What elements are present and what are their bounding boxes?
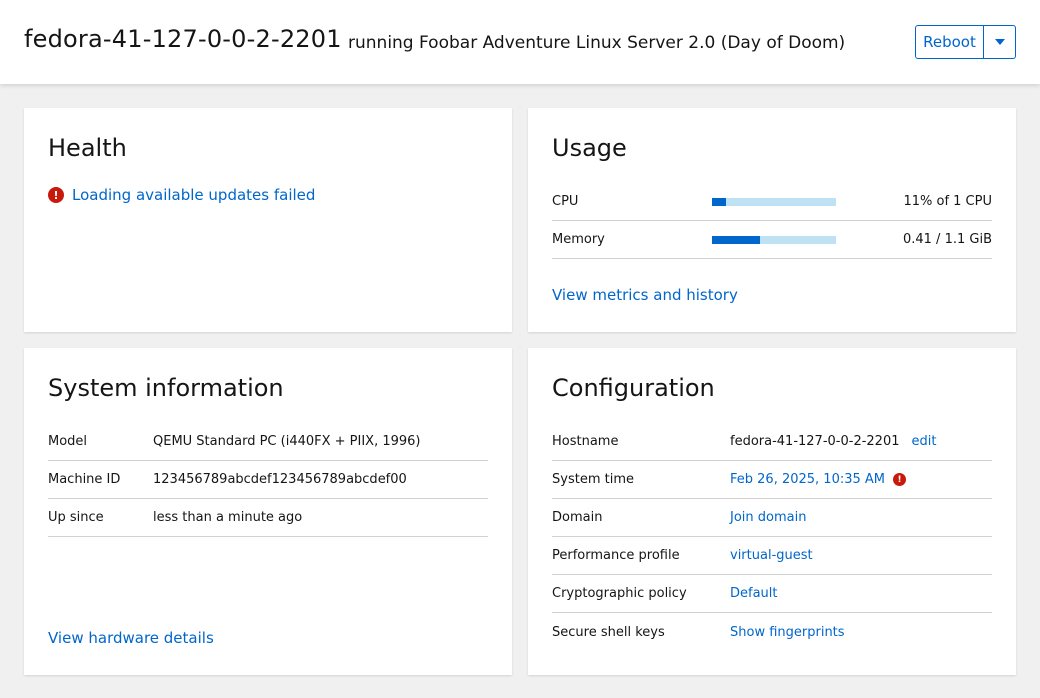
config-row-performance-profile: Performance profile virtual-guest [552,537,992,575]
view-metrics-link[interactable]: View metrics and history [552,286,738,304]
config-key-system-time: System time [552,472,634,487]
sysinfo-value-machine-id: 123456789abcdef123456789abcdef00 [153,472,407,487]
cpu-progress-bar [712,197,836,206]
system-info-card: System information Model QEMU Standard P… [24,348,512,675]
configuration-title: Configuration [552,374,715,402]
usage-row-cpu: CPU 11% of 1 CPU [552,183,992,221]
page-header: fedora-41-127-0-0-2-2201 running Foobar … [0,0,1040,84]
configuration-card: Configuration Hostname fedora-41-127-0-0… [528,348,1016,675]
usage-value-cpu: 11% of 1 CPU [903,194,992,209]
health-card: Health ! Loading available updates faile… [24,108,512,332]
sysinfo-row-up-since: Up since less than a minute ago [48,499,488,537]
show-fingerprints-link[interactable]: Show fingerprints [730,625,845,640]
config-key-ssh-keys: Secure shell keys [552,624,665,640]
memory-progress-fill [712,235,761,244]
usage-label-memory: Memory [552,232,605,247]
reboot-split-button: Reboot [915,25,1016,59]
health-title: Health [48,134,127,162]
sysinfo-row-machine-id: Machine ID 123456789abcdef123456789abcde… [48,461,488,499]
system-time-link[interactable]: Feb 26, 2025, 10:35 AM [730,472,885,487]
exclamation-circle-icon: ! [48,187,64,203]
sysinfo-value-model: QEMU Standard PC (i440FX + PIIX, 1996) [153,434,421,449]
config-row-ssh-keys: Secure shell keys Show fingerprints [552,613,992,651]
reboot-dropdown-toggle[interactable] [984,26,1015,58]
os-description: running Foobar Adventure Linux Server 2.… [348,33,846,53]
sysinfo-key-model: Model [48,434,88,449]
health-alert[interactable]: ! Loading available updates failed [48,186,315,204]
system-info-title: System information [48,374,284,402]
usage-label-cpu: CPU [552,194,579,209]
cpu-progress-fill [712,197,726,206]
config-key-hostname: Hostname [552,434,619,449]
performance-profile-link[interactable]: virtual-guest [730,548,813,563]
config-row-crypto-policy: Cryptographic policy Default [552,575,992,613]
caret-down-icon [994,39,1005,45]
usage-title: Usage [552,134,627,162]
reboot-button[interactable]: Reboot [916,26,984,58]
sysinfo-key-up-since: Up since [48,510,104,525]
usage-row-memory: Memory 0.41 / 1.1 GiB [552,221,992,259]
config-key-performance-profile: Performance profile [552,548,680,563]
join-domain-link[interactable]: Join domain [730,510,806,525]
exclamation-circle-icon[interactable]: ! [893,473,907,486]
view-hardware-link[interactable]: View hardware details [48,629,214,647]
usage-value-memory: 0.41 / 1.1 GiB [902,232,992,247]
memory-progress-bar [712,235,836,244]
config-row-domain: Domain Join domain [552,499,992,537]
sysinfo-key-machine-id: Machine ID [48,472,121,487]
config-key-domain: Domain [552,510,603,525]
sysinfo-value-up-since: less than a minute ago [153,510,303,525]
crypto-policy-link[interactable]: Default [730,586,778,601]
usage-card: Usage CPU 11% of 1 CPU Memory 0.41 / 1.1… [528,108,1016,332]
host-title: fedora-41-127-0-0-2-2201 [24,25,342,53]
sysinfo-row-model: Model QEMU Standard PC (i440FX + PIIX, 1… [48,423,488,461]
config-row-system-time: System time Feb 26, 2025, 10:35 AM ! [552,461,992,499]
config-key-crypto-policy: Cryptographic policy [552,586,687,601]
health-message[interactable]: Loading available updates failed [72,186,315,204]
edit-hostname-link[interactable]: edit [912,434,937,449]
config-value-hostname: fedora-41-127-0-0-2-2201 [730,434,900,449]
config-row-hostname: Hostname fedora-41-127-0-0-2-2201 edit [552,423,992,461]
